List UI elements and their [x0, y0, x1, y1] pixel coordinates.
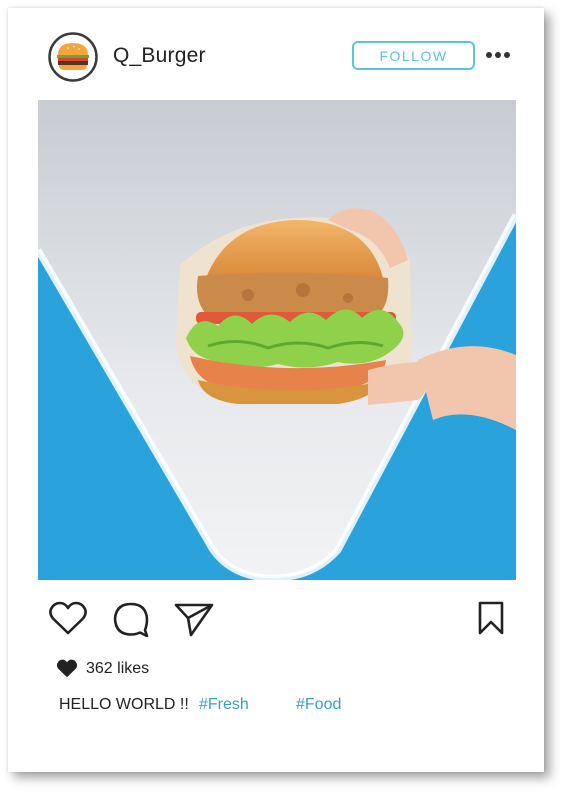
caption: HELLO WORLD !!: [59, 696, 189, 713]
save-button[interactable]: [477, 601, 505, 635]
follow-button[interactable]: FOLLOW: [352, 41, 475, 70]
more-dots-icon: [486, 52, 510, 58]
hashtag-food[interactable]: #Food: [296, 696, 341, 714]
post-photo[interactable]: [38, 100, 516, 580]
username[interactable]: Q_Burger: [113, 44, 206, 68]
post-card: Q_Burger FOLLOW 362 likes HELLO WORLD !!…: [8, 8, 544, 772]
likes-count[interactable]: 362 likes: [56, 658, 149, 680]
more-options-button[interactable]: [485, 44, 511, 66]
comment-button[interactable]: [112, 601, 150, 638]
comment-bubble-icon: [113, 602, 149, 638]
bookmark-icon: [478, 601, 504, 635]
heart-outline-icon: [49, 601, 87, 635]
likes-text: 362 likes: [86, 660, 150, 677]
avatar[interactable]: [48, 32, 98, 82]
hashtag-fresh[interactable]: #Fresh: [199, 696, 249, 714]
heart-filled-icon: [56, 659, 78, 678]
like-button[interactable]: [48, 601, 88, 637]
burger-icon: [48, 32, 98, 82]
share-button[interactable]: [174, 602, 214, 638]
paper-plane-icon: [174, 603, 214, 637]
burger-photo-image: [38, 100, 516, 580]
